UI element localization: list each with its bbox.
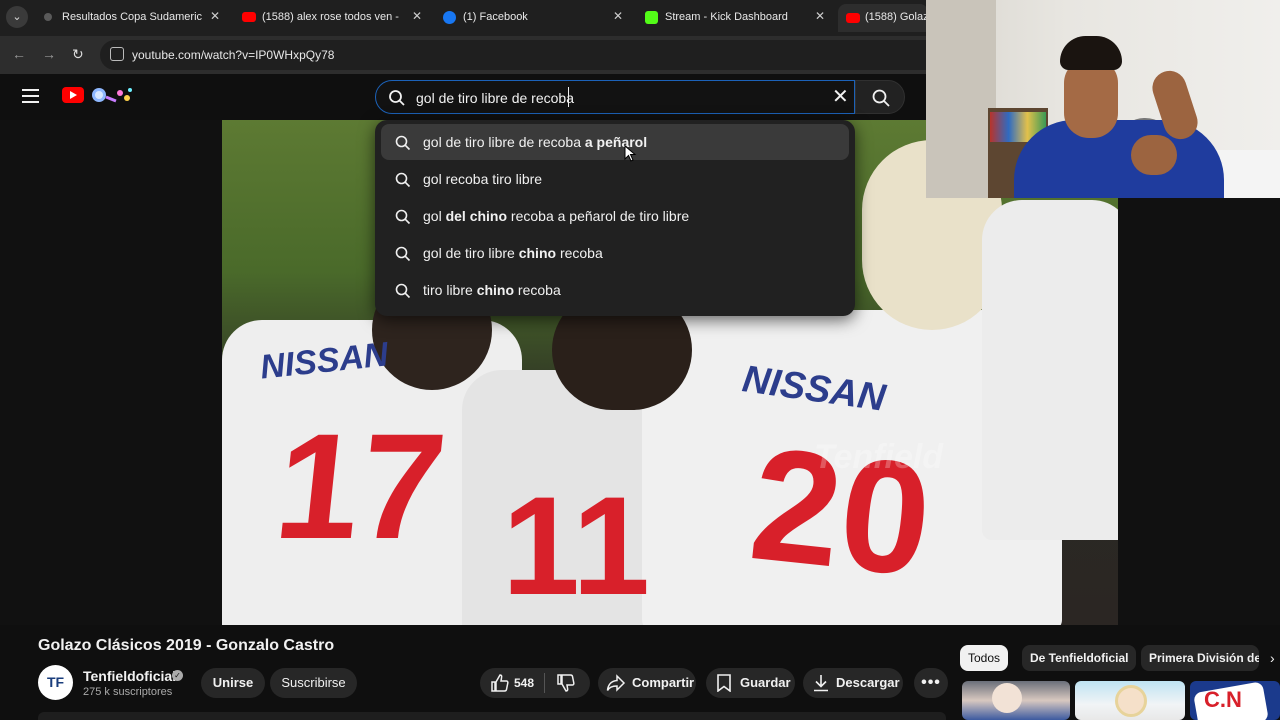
- subscribe-button[interactable]: Suscribirse: [270, 668, 357, 698]
- thumbs-down-icon: [557, 674, 575, 692]
- person-face: [1064, 58, 1118, 138]
- search-icon: [389, 90, 405, 106]
- jersey-number: 11: [502, 467, 650, 624]
- divider: [544, 673, 545, 693]
- search-icon: [395, 246, 411, 262]
- description-box-edge: [38, 712, 946, 720]
- thumbnail-face: [1115, 685, 1147, 717]
- video-title: Golazo Clásicos 2019 - Gonzalo Castro: [38, 637, 335, 654]
- join-button[interactable]: Unirse: [201, 668, 265, 698]
- suggestion-text: tiro libre chino recoba: [423, 282, 561, 298]
- clear-search-icon[interactable]: ✕: [832, 87, 849, 107]
- bookmark-icon: [717, 674, 731, 692]
- suggestion-item[interactable]: tiro libre chino recoba: [381, 272, 849, 308]
- channel-name[interactable]: Tenfieldoficial: [83, 668, 176, 684]
- browser-tab-3[interactable]: (1) Facebook ✕: [443, 4, 633, 32]
- jersey-number: 17: [268, 402, 453, 570]
- browser-tab-1[interactable]: Resultados Copa Sudamericana ✕: [42, 4, 232, 32]
- mouse-pointer-icon: [624, 145, 637, 162]
- youtube-favicon-icon: [846, 13, 860, 23]
- search-query-text: gol de tiro libre de recoba: [416, 90, 574, 106]
- chip-todos[interactable]: Todos: [960, 645, 1009, 671]
- text-caret: [568, 87, 569, 107]
- suggestion-item[interactable]: gol recoba tiro libre: [381, 161, 849, 197]
- player-figure: [982, 200, 1118, 540]
- browser-tab-active[interactable]: (1588) Golazo: [838, 4, 928, 32]
- share-arrow-icon: [606, 674, 626, 692]
- thumbs-up-icon: [491, 674, 509, 692]
- search-suggestions-dropdown: gol de tiro libre de recoba a peñarol go…: [375, 120, 855, 316]
- more-actions-icon[interactable]: •••: [914, 668, 948, 698]
- site-info-icon[interactable]: [110, 47, 124, 61]
- download-icon: [814, 675, 828, 692]
- tab-search-chevron-icon[interactable]: ⌄: [6, 6, 28, 28]
- like-dislike-group: 548: [480, 668, 590, 698]
- thumbnail-crest-letter: C.N: [1204, 687, 1242, 712]
- search-icon: [872, 89, 890, 107]
- channel-watermark: Tenfield: [814, 438, 944, 476]
- related-video-thumbnail[interactable]: [962, 681, 1070, 720]
- tab-title: (1) Facebook: [463, 11, 528, 23]
- suggestion-text: gol del chino recoba a peñarol de tiro l…: [423, 208, 690, 224]
- share-button[interactable]: Compartir: [598, 668, 696, 698]
- suggestion-text: gol de tiro libre de recoba a peñarol: [423, 134, 648, 150]
- tab-close-icon[interactable]: ✕: [613, 9, 623, 23]
- download-label: Descargar: [836, 675, 900, 690]
- verified-check-icon: ✓: [172, 670, 183, 681]
- tab-favicon-icon: [44, 13, 52, 21]
- webcam-overlay: [926, 0, 1280, 198]
- reload-icon[interactable]: ↻: [72, 46, 84, 63]
- channel-avatar[interactable]: TF: [38, 665, 73, 700]
- tab-title: Resultados Copa Sudamericana: [62, 11, 202, 23]
- person-hand: [1131, 135, 1177, 175]
- menu-hamburger-icon[interactable]: [22, 89, 39, 103]
- bed: [1216, 150, 1280, 198]
- suggestion-item[interactable]: gol de tiro libre chino recoba: [381, 235, 849, 271]
- url-text: youtube.com/watch?v=IP0WHxpQy78: [132, 48, 335, 62]
- thumbnail-face: [992, 683, 1022, 713]
- search-icon: [395, 283, 411, 299]
- facebook-favicon-icon: [443, 11, 456, 24]
- tab-close-icon[interactable]: ✕: [815, 9, 825, 23]
- save-button[interactable]: Guardar: [706, 668, 795, 698]
- suggestion-item[interactable]: gol de tiro libre de recoba a peñarol: [381, 124, 849, 160]
- youtube-doodle-icon[interactable]: [90, 84, 134, 106]
- chip-de-tenfieldoficial[interactable]: De Tenfieldoficial: [1022, 645, 1137, 671]
- like-count: 548: [514, 676, 535, 690]
- tab-close-icon[interactable]: ✕: [412, 9, 422, 23]
- browser-tab-2[interactable]: (1588) alex rose todos ven - You ✕: [242, 4, 432, 32]
- search-input[interactable]: gol de tiro libre de recoba ✕: [375, 80, 855, 114]
- related-video-thumbnail[interactable]: C.N: [1190, 681, 1280, 720]
- tab-close-icon[interactable]: ✕: [210, 9, 220, 23]
- save-label: Guardar: [740, 675, 791, 690]
- search-icon: [395, 135, 411, 151]
- person-hair: [1060, 36, 1122, 70]
- browser-tab-4[interactable]: Stream - Kick Dashboard ✕: [645, 4, 835, 32]
- search-icon: [395, 172, 411, 188]
- wall-shade: [926, 0, 996, 198]
- related-video-thumbnail[interactable]: [1075, 681, 1185, 720]
- kick-favicon-icon: [645, 11, 658, 24]
- tab-title: Stream - Kick Dashboard: [665, 11, 788, 23]
- tab-title: (1588) Golazo: [865, 11, 928, 23]
- youtube-favicon-icon: [242, 12, 256, 22]
- subscriber-count: 275 k suscriptores: [83, 686, 173, 698]
- suggestion-text: gol de tiro libre chino recoba: [423, 245, 603, 261]
- back-arrow-icon[interactable]: ←: [12, 46, 26, 62]
- chips-next-icon[interactable]: ›: [1270, 650, 1275, 666]
- search-button[interactable]: [855, 80, 905, 114]
- youtube-logo-icon[interactable]: [62, 87, 84, 103]
- suggestion-text: gol recoba tiro libre: [423, 171, 543, 187]
- forward-arrow-icon[interactable]: →: [42, 46, 56, 62]
- chip-primera-division[interactable]: Primera División de: [1141, 645, 1259, 671]
- tab-title: (1588) alex rose todos ven - You: [262, 11, 402, 23]
- dislike-button[interactable]: [556, 673, 576, 704]
- share-label: Compartir: [632, 675, 695, 690]
- search-icon: [395, 209, 411, 225]
- suggestion-item[interactable]: gol del chino recoba a peñarol de tiro l…: [381, 198, 849, 234]
- url-field[interactable]: youtube.com/watch?v=IP0WHxpQy78: [100, 40, 940, 70]
- download-button[interactable]: Descargar: [803, 668, 903, 698]
